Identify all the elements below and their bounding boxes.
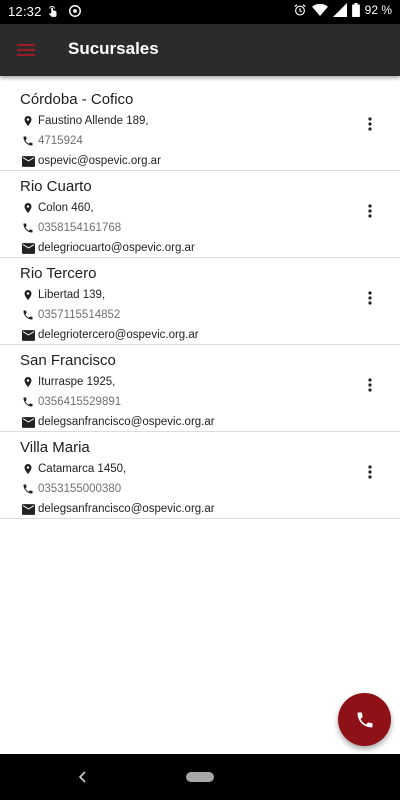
branch-address: Libertad 139,	[38, 289, 106, 301]
branch-name: San Francisco	[20, 352, 116, 369]
branch-name: Córdoba - Cofico	[20, 91, 134, 108]
branch-phone[interactable]: 0356415529891	[38, 396, 121, 408]
back-button[interactable]	[74, 768, 90, 786]
address-row: Catamarca 1450,	[20, 459, 380, 479]
more-vert-icon	[368, 117, 372, 131]
battery-percent: 92 %	[364, 3, 392, 17]
call-fab-button[interactable]	[338, 693, 391, 746]
branch-email[interactable]: delegriocuarto@ospevic.org.ar	[38, 242, 195, 254]
wifi-icon	[311, 3, 328, 16]
branch-item[interactable]: Rio Cuarto Colon 460, 0358154161768 dele…	[0, 171, 400, 258]
email-icon	[20, 153, 36, 169]
more-vert-icon	[368, 291, 372, 305]
phone-icon	[20, 133, 36, 149]
phone-row: 0356415529891	[20, 392, 380, 412]
branch-phone[interactable]: 4715924	[38, 135, 83, 147]
status-right-icons: 92 %	[293, 3, 392, 17]
address-row: Colon 460,	[20, 198, 380, 218]
sync-icon	[69, 5, 81, 17]
branch-name: Rio Tercero	[20, 265, 97, 282]
branch-address: Iturraspe 1925,	[38, 376, 116, 388]
more-vert-icon	[368, 378, 372, 392]
status-bar: 12:32 92 %	[0, 0, 400, 24]
location-pin-icon	[20, 113, 36, 129]
branch-email[interactable]: ospevic@ospevic.org.ar	[38, 155, 161, 167]
email-row: delegsanfrancisco@ospevic.org.ar	[20, 412, 380, 432]
branch-email[interactable]: delegsanfrancisco@ospevic.org.ar	[38, 416, 215, 428]
branch-email[interactable]: delegsanfrancisco@ospevic.org.ar	[38, 503, 215, 515]
email-icon	[20, 327, 36, 343]
battery-icon	[351, 3, 360, 17]
touch-icon	[48, 5, 57, 17]
status-left-icons	[46, 4, 82, 18]
phone-row: 0357115514852	[20, 305, 380, 325]
branch-email[interactable]: delegriotercero@ospevic.org.ar	[38, 329, 199, 341]
email-row: delegriocuarto@ospevic.org.ar	[20, 238, 380, 258]
more-options-button[interactable]	[362, 462, 378, 482]
alarm-icon	[294, 4, 306, 16]
menu-button[interactable]	[12, 36, 40, 64]
phone-icon	[20, 307, 36, 323]
phone-row: 0358154161768	[20, 218, 380, 238]
branch-name: Rio Cuarto	[20, 178, 92, 195]
location-pin-icon	[20, 461, 36, 477]
signal-icon	[332, 3, 347, 17]
branch-name: Villa Maria	[20, 439, 90, 456]
location-pin-icon	[20, 287, 36, 303]
email-row: ospevic@ospevic.org.ar	[20, 151, 380, 171]
hamburger-menu-icon	[17, 44, 35, 56]
address-row: Faustino Allende 189,	[20, 111, 380, 131]
location-pin-icon	[20, 200, 36, 216]
more-options-button[interactable]	[362, 375, 378, 395]
phone-icon	[20, 481, 36, 497]
location-pin-icon	[20, 374, 36, 390]
more-options-button[interactable]	[362, 201, 378, 221]
email-icon	[20, 501, 36, 517]
status-time: 12:32	[8, 4, 42, 19]
back-arrow-icon	[78, 771, 86, 783]
branch-address: Catamarca 1450,	[38, 463, 127, 475]
email-row: delegriotercero@ospevic.org.ar	[20, 325, 380, 345]
more-vert-icon	[368, 465, 372, 479]
address-row: Iturraspe 1925,	[20, 372, 380, 392]
page-title: Sucursales	[68, 39, 159, 58]
more-vert-icon	[368, 204, 372, 218]
address-row: Libertad 139,	[20, 285, 380, 305]
home-pill-button[interactable]	[186, 772, 214, 782]
branch-address: Colon 460,	[38, 202, 94, 214]
branch-item[interactable]: Córdoba - Cofico Faustino Allende 189, 4…	[0, 84, 400, 171]
phone-icon	[357, 712, 372, 727]
branch-phone[interactable]: 0357115514852	[38, 309, 120, 321]
phone-icon	[20, 220, 36, 236]
branch-list: Córdoba - Cofico Faustino Allende 189, 4…	[0, 84, 400, 519]
branch-phone[interactable]: 0353155000380	[38, 483, 121, 495]
branch-item[interactable]: Villa Maria Catamarca 1450, 035315500038…	[0, 432, 400, 519]
phone-row: 4715924	[20, 131, 380, 151]
app-bar: Sucursales	[0, 24, 400, 76]
branch-item[interactable]: Rio Tercero Libertad 139, 0357115514852 …	[0, 258, 400, 345]
email-icon	[20, 240, 36, 256]
branch-address: Faustino Allende 189,	[38, 115, 149, 127]
email-row: delegsanfrancisco@ospevic.org.ar	[20, 499, 380, 519]
system-nav-bar	[0, 754, 400, 800]
branch-phone[interactable]: 0358154161768	[38, 222, 121, 234]
phone-icon	[20, 394, 36, 410]
phone-row: 0353155000380	[20, 479, 380, 499]
branch-item[interactable]: San Francisco Iturraspe 1925, 0356415529…	[0, 345, 400, 432]
more-options-button[interactable]	[362, 114, 378, 134]
email-icon	[20, 414, 36, 430]
more-options-button[interactable]	[362, 288, 378, 308]
